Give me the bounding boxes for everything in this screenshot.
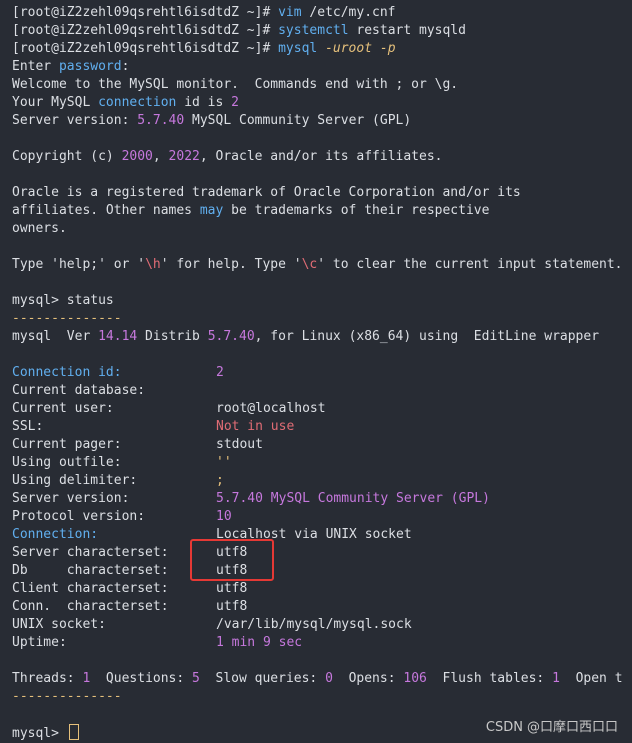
status-row-using-outfile: Using outfile: '' [12,455,232,470]
shell-line-1: [root@iZ2zehl09qsrehtl6isdtdZ ~]# vim /e… [12,5,396,20]
separator-bottom: -------------- [12,689,122,704]
status-row-client-characterset: Client characterset: utf8 [12,581,248,596]
help-line: Type 'help;' or '\h' for help. Type '\c'… [12,257,623,272]
shell-line-2: [root@iZ2zehl09qsrehtl6isdtdZ ~]# system… [12,23,466,38]
status-row-connection: Connection: Localhost via UNIX socket [12,527,412,542]
client-version-line: mysql Ver 14.14 Distrib 5.7.40, for Linu… [12,329,600,344]
enter-password-line: Enter password: [12,59,130,74]
csdn-watermark: CSDN @口摩口西口口 [486,716,618,735]
status-row-server-version: Server version: 5.7.40 MySQL Community Se… [12,491,490,506]
status-row-connection-id: Connection id: 2 [12,365,224,380]
status-command-line: mysql> status [12,293,114,308]
status-row-using-delimiter: Using delimiter:; [12,473,224,488]
status-row-uptime: Uptime: 1 min 9 sec [12,635,303,650]
trademark-line-2: affiliates. Other names may be trademark… [12,203,490,218]
status-row-current-user: Current user: root@localhost [12,401,326,416]
welcome-line: Welcome to the MySQL monitor. Commands e… [12,77,459,92]
status-row-conn-characterset: Conn. characterset: utf8 [12,599,248,614]
connection-id-line: Your MySQL connection id is 2 [12,95,239,110]
server-version-line: Server version: 5.7.40 MySQL Community S… [12,113,412,128]
trademark-line-1: Oracle is a registered trademark of Orac… [12,185,521,200]
status-row-db-characterset: Db characterset: utf8 [12,563,248,578]
status-row-server-characterset: Server characterset: utf8 [12,545,248,560]
status-row-protocol-version: Protocol version: 10 [12,509,232,524]
mysql-input-line[interactable]: mysql> [12,724,79,742]
trademark-line-3: owners. [12,221,67,236]
watermark-site: CSDN [485,720,523,735]
status-row-current-database: Current database: [12,383,146,398]
shell-line-3: [root@iZ2zehl09qsrehtl6isdtdZ ~]# mysql … [12,41,396,56]
copyright-line: Copyright (c) 2000, 2022, Oracle and/or … [12,149,443,164]
characterset-highlight-box [190,539,274,581]
status-row-unix-socket: UNIX socket:/var/lib/mysql/mysql.sock [12,617,412,632]
mysql-prompt: mysql> [12,726,67,741]
status-row-current-pager: Current pager: stdout [12,437,263,452]
watermark-handle: @口摩口西口口 [526,720,618,735]
terminal-window[interactable]: [root@iZ2zehl09qsrehtl6isdtdZ ~]# vim /e… [0,0,632,743]
status-row-ssl: SSL: Not in use [12,419,295,434]
separator-top: -------------- [12,311,122,326]
text-cursor [68,724,79,740]
threads-line: Threads: 1 Questions: 5 Slow queries: 0 … [12,671,623,686]
